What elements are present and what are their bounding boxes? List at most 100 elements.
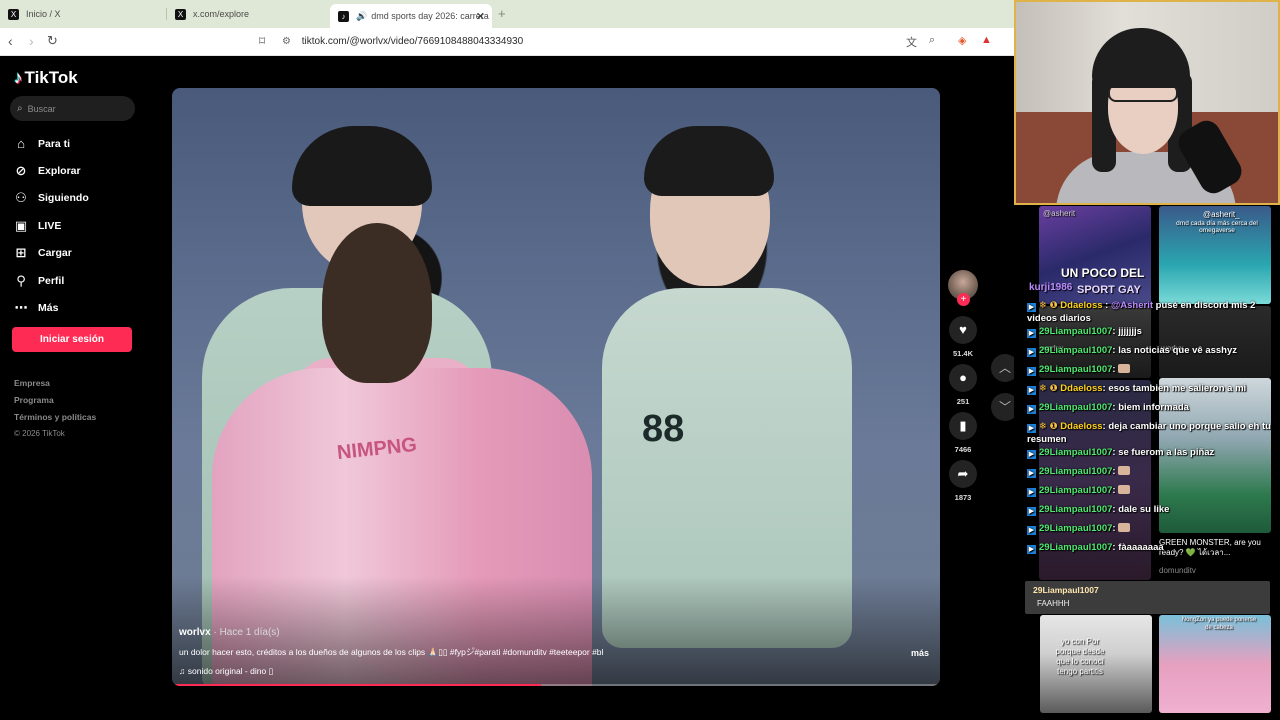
thumb-caption: yo con Por porque desde que lo conocí te… — [1055, 637, 1105, 676]
chat-username[interactable]: 29Liampaul1007 — [1039, 504, 1112, 515]
chat-username[interactable]: 29Liampaul1007 — [1039, 326, 1112, 337]
chat-username[interactable]: Ddaeloss — [1060, 383, 1102, 394]
bookmark-icon[interactable]: ▮ — [949, 412, 977, 440]
share-count: 1873 — [954, 493, 972, 502]
footer-link-empresa[interactable]: Empresa — [14, 378, 96, 395]
sidebar-item-perfil[interactable]: ⚲ Perfil — [13, 267, 89, 294]
video-author[interactable]: worlvx — [179, 627, 211, 638]
twitch-badge-icon: ▶ — [1027, 487, 1036, 497]
bookmark-icon[interactable]: ⌑ — [259, 33, 265, 49]
back-icon[interactable]: ‹ — [8, 33, 13, 49]
sidebar-item-explorar[interactable]: ⊘ Explorar — [13, 157, 89, 184]
video-player[interactable]: 88 NIMPNG worlvx · Hace 1 día(s) un dolo… — [172, 88, 940, 686]
save-action[interactable]: ▮ 7466 — [947, 412, 979, 455]
author-avatar[interactable]: + — [948, 270, 978, 306]
address-bar[interactable]: ⚙ tiktok.com/@worlvx/video/7669108488043… — [282, 33, 882, 51]
follow-plus-icon[interactable]: + — [957, 293, 970, 306]
sidebar-item-live[interactable]: ▣ LIVE — [13, 212, 89, 239]
chat-text: : las noticias que vê asshyz — [1112, 344, 1238, 356]
tab-tiktok-video[interactable]: ♪ 🔊 dmd sports day 2026: carrera ✕ — [330, 4, 492, 28]
more-link[interactable]: más — [911, 648, 929, 658]
thumb-author: @asherit_ — [1203, 210, 1240, 219]
tab-label: dmd sports day 2026: carrera — [371, 11, 489, 21]
thumb-author: domunditv — [1159, 566, 1196, 575]
subscriber-badge-icon: ❄ ❶ — [1039, 382, 1061, 394]
chat-username: kurji1986 — [1029, 282, 1073, 293]
sidebar-item-cargar[interactable]: ⊞ Cargar — [13, 240, 89, 267]
share-icon[interactable]: ➦ — [949, 460, 977, 488]
twitch-badge-icon: ▶ — [1027, 328, 1036, 338]
footer-link-programa[interactable]: Programa — [14, 395, 96, 412]
overlay-thumbnail: yo con Por porque desde que lo conocí te… — [1040, 615, 1152, 713]
comment-icon[interactable]: ● — [949, 364, 977, 392]
comment-action[interactable]: ● 251 — [947, 364, 979, 407]
twitch-badge-icon: ▶ — [1027, 468, 1036, 478]
search-icon: ⌕ — [17, 103, 23, 114]
chat-username[interactable]: Ddaeloss — [1060, 421, 1102, 432]
alert-message: FAAHHH — [1037, 599, 1070, 608]
site-settings-icon[interactable]: ⚙ — [282, 36, 291, 47]
tab-label: x.com/explore — [193, 9, 250, 19]
chat-username[interactable]: 29Liampaul1007 — [1039, 402, 1112, 413]
video-progress-bar[interactable] — [172, 684, 940, 686]
heart-icon[interactable]: ♥ — [949, 316, 977, 344]
twitch-badge-icon: ▶ — [1027, 525, 1036, 535]
forward-icon[interactable]: › — [29, 33, 34, 49]
chevron-down-icon: ﹀ — [998, 400, 1011, 414]
thumb-headline: UN POCO DEL — [1061, 266, 1145, 280]
brave-shield-icon[interactable]: ◈ — [958, 34, 966, 47]
save-count: 7466 — [954, 445, 972, 454]
tab-label: Inicio / X — [26, 9, 61, 19]
sidebar-item-mas[interactable]: ⋯ Más — [13, 294, 89, 321]
share-action[interactable]: ➦ 1873 — [947, 460, 979, 503]
chat-username[interactable]: 29Liampaul1007 — [1039, 542, 1112, 553]
zoom-icon[interactable]: ⌕ — [929, 34, 935, 47]
tab-inicio-x[interactable]: X Inicio / X — [0, 3, 165, 25]
chat-username[interactable]: Ddaeloss — [1060, 300, 1102, 311]
video-time: · Hace 1 día(s) — [213, 627, 280, 638]
chat-text: : esos tambien me salieron a mi — [1102, 382, 1247, 394]
jacket-text: NIMPNG — [336, 433, 418, 465]
chat-emote-icon — [1118, 484, 1131, 494]
browser-toolbar: ‹ › ↻ ⌑ ⚙ tiktok.com/@worlvx/video/76691… — [0, 28, 1014, 56]
search-input[interactable]: ⌕ Buscar — [10, 96, 135, 121]
chat-username[interactable]: 29Liampaul1007 — [1039, 364, 1112, 375]
tiktok-logo[interactable]: ♪ TikTok — [14, 68, 78, 88]
reload-icon[interactable]: ↻ — [47, 33, 58, 49]
login-button[interactable]: Iniciar sesión — [12, 327, 132, 352]
chat-username[interactable]: 29Liampaul1007 — [1039, 523, 1112, 534]
sidebar-item-siguiendo[interactable]: ⚇ Siguiendo — [13, 185, 89, 212]
thumb-caption: dmd cada día más cerca del omegaverse — [1176, 220, 1258, 234]
chat-username[interactable]: 29Liampaul1007 — [1039, 485, 1112, 496]
stream-chat: ▶ ❄ ❶ Ddaeloss : @Asherit pusé en discord… — [1027, 300, 1273, 561]
new-tab-icon[interactable]: + — [498, 6, 506, 21]
live-icon: ▣ — [14, 217, 28, 233]
home-icon: ⌂ — [17, 136, 25, 152]
sidebar-item-label: Explorar — [38, 165, 81, 178]
chat-username[interactable]: 29Liampaul1007 — [1039, 466, 1112, 477]
video-shade — [172, 576, 940, 686]
speaker-icon[interactable]: 🔊 — [356, 11, 367, 22]
video-scene-hair — [644, 126, 774, 196]
translate-icon[interactable]: 文 — [906, 34, 917, 50]
chat-username[interactable]: 29Liampaul1007 — [1039, 345, 1112, 356]
tab-x-explore[interactable]: X x.com/explore — [167, 3, 329, 25]
video-sound[interactable]: ♫ sonido original - dino ▯ — [179, 666, 273, 677]
chat-message: ▶ 29Liampaul1007: — [1027, 465, 1273, 485]
chat-message: ▶ 29Liampaul1007: biem informada — [1027, 402, 1273, 421]
footer-link-terminos[interactable]: Términos y políticas — [14, 412, 96, 429]
chat-message: ▶ 29Liampaul1007: jjjjjjjs — [1027, 326, 1273, 345]
like-action[interactable]: ♥ 51.4K — [947, 316, 979, 359]
chat-username[interactable]: 29Liampaul1007 — [1039, 447, 1112, 458]
chat-mention[interactable]: @Asherit — [1111, 300, 1153, 311]
video-description: un dolor hacer esto, créditos a los dueñ… — [179, 647, 604, 657]
close-tab-icon[interactable]: ✕ — [476, 10, 485, 23]
overlay-thumbnail: @asherit_ dmd cada día más cerca del ome… — [1159, 206, 1271, 304]
brave-rewards-icon[interactable]: ▲ — [981, 34, 992, 46]
chat-text: : se fuerom a las piñaz — [1112, 446, 1215, 458]
subscriber-badge-icon: ❄ ❶ — [1039, 420, 1061, 432]
sidebar-item-label: Para ti — [38, 137, 71, 150]
sidebar-item-para-ti[interactable]: ⌂ Para ti — [13, 130, 89, 157]
thumb-caption: NongZon ya puede ponerse de cabeza — [1181, 617, 1257, 631]
chat-message: ▶ ❄ ❶ Ddaeloss : @Asherit pusé en discord… — [1027, 300, 1273, 326]
